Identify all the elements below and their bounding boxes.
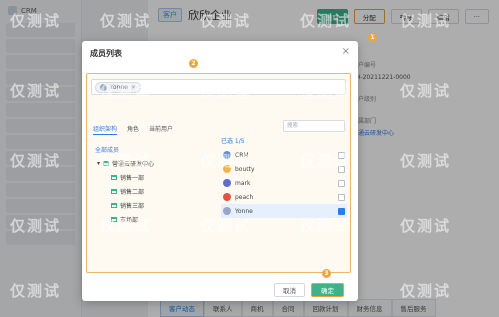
member-name: Yonne [235, 207, 253, 215]
tree-node[interactable]: ▾ 营通云研发中心 [95, 156, 215, 170]
tree-node[interactable]: 销售一部 [95, 170, 215, 184]
member-search-input[interactable]: 搜索 [283, 120, 345, 132]
tab-current-user[interactable]: 当前用户 [149, 124, 173, 135]
avatar [100, 83, 107, 91]
member-checkbox[interactable] [338, 207, 345, 215]
chevron-down-icon[interactable]: ▾ [97, 160, 100, 167]
selected-members-field[interactable]: Yonne × [91, 79, 346, 95]
selected-member-chip[interactable]: Yonne × [95, 81, 141, 93]
tab-org[interactable]: 组织架构 [93, 124, 118, 135]
member-checkbox[interactable] [338, 151, 345, 159]
org-icon [103, 160, 110, 166]
tree-node[interactable]: 销售三部 [95, 198, 215, 212]
member-checkbox[interactable] [338, 179, 345, 187]
member-picker: Yonne × 组织架构 角色 当前用户 搜索 全部成员 ▾ 营通云研发中心 销… [86, 73, 351, 273]
tree-node-all[interactable]: 全部成员 [95, 142, 215, 156]
step-marker: 3 [322, 269, 331, 278]
member-name: mark [235, 179, 251, 187]
tree-label: 销售二部 [120, 188, 145, 196]
member-name: boutty [235, 165, 255, 173]
selected-count: 已选 1/5 [221, 138, 245, 145]
cancel-button[interactable]: 取消 [274, 283, 305, 297]
list-item[interactable]: CRM [221, 148, 347, 162]
list-item[interactable]: Yonne [221, 204, 347, 218]
avatar [223, 193, 231, 201]
avatar [223, 165, 231, 173]
confirm-button[interactable]: 确定 [311, 283, 344, 297]
member-name: peach [235, 193, 254, 201]
org-icon [111, 202, 117, 208]
org-tree: 全部成员 ▾ 营通云研发中心 销售一部 销售二部 销售三部 市场部 [95, 142, 215, 226]
org-icon [111, 188, 117, 194]
tree-node[interactable]: 市场部 [95, 212, 215, 226]
org-icon [111, 216, 117, 222]
member-checkbox[interactable] [338, 165, 345, 173]
tab-role[interactable]: 角色 [127, 124, 139, 135]
avatar [223, 207, 231, 215]
tree-label: 全部成员 [95, 146, 120, 154]
member-checkbox[interactable] [338, 193, 345, 201]
avatar [223, 151, 231, 159]
tree-label: 营通云研发中心 [112, 160, 155, 168]
org-icon [111, 174, 117, 180]
list-item[interactable]: peach [221, 190, 347, 204]
member-picker-dialog: 成员列表 × Yonne × 组织架构 角色 当前用户 搜索 全部成员 ▾ 营通… [82, 41, 358, 301]
chip-label: Yonne [110, 83, 128, 91]
tree-label: 销售一部 [120, 174, 145, 182]
remove-chip-icon[interactable]: × [131, 84, 136, 91]
tree-node[interactable]: 销售二部 [95, 184, 215, 198]
member-list: 已选 1/5 CRM boutty mark peach Yonne [221, 136, 347, 218]
tree-label: 市场部 [120, 216, 139, 224]
member-name: CRM [235, 151, 249, 159]
step-marker: 2 [189, 59, 198, 68]
close-icon[interactable]: × [342, 46, 350, 57]
tree-label: 销售三部 [120, 202, 145, 210]
list-item[interactable]: boutty [221, 162, 347, 176]
picker-tabs: 组织架构 角色 当前用户 [93, 124, 173, 135]
list-item[interactable]: mark [221, 176, 347, 190]
step-marker: 1 [368, 33, 377, 42]
dialog-title: 成员列表 [90, 49, 122, 58]
avatar [223, 179, 231, 187]
dialog-footer: 取消 确定 [82, 279, 358, 301]
